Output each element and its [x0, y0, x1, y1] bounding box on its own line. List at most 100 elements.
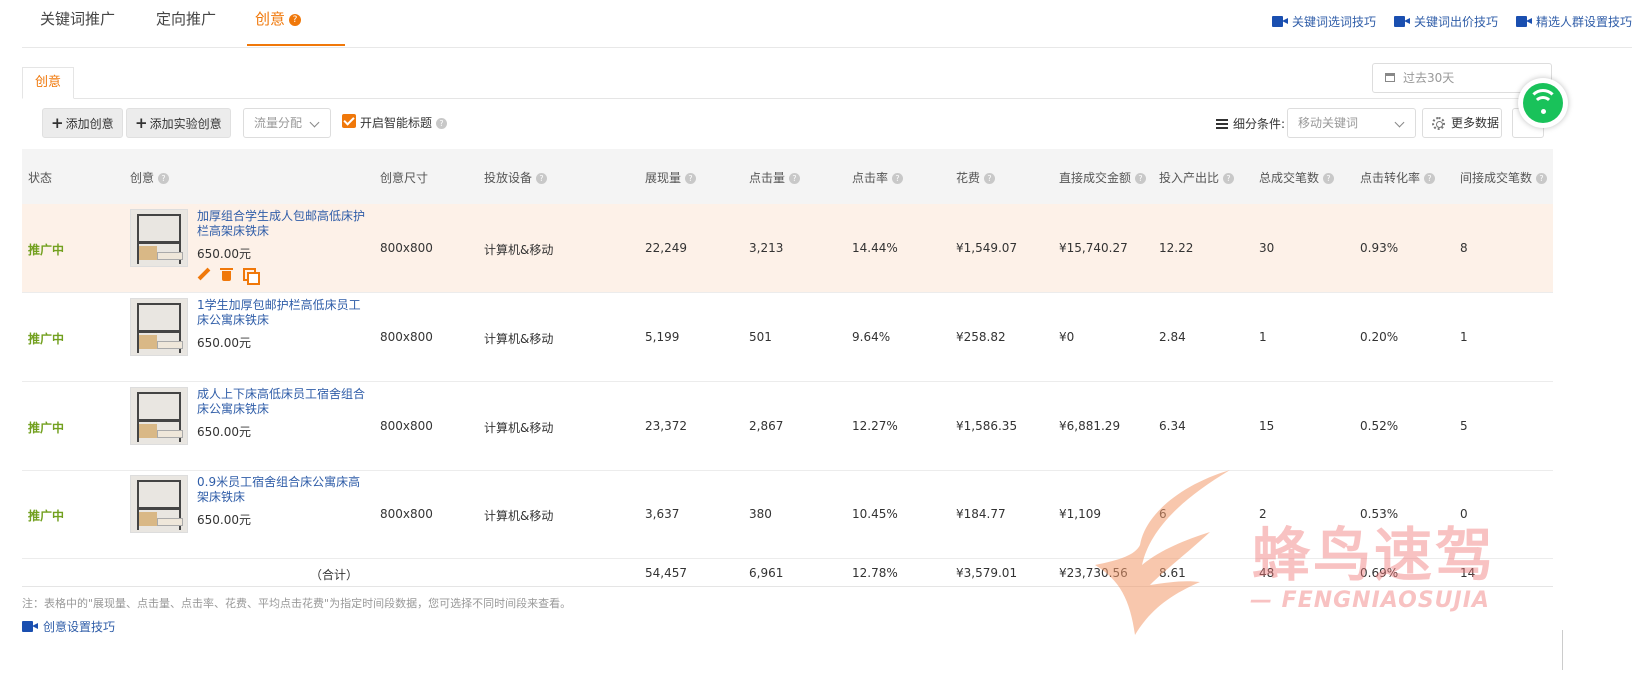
filter-label-text: 细分条件:	[1233, 117, 1286, 131]
device: 计算机&移动	[484, 421, 554, 435]
scrollbar-edge[interactable]	[1562, 630, 1568, 670]
wifi-icon[interactable]	[1518, 78, 1568, 128]
help-icon[interactable]: ?	[1223, 173, 1235, 184]
link-label: 精选人群设置技巧	[1535, 15, 1632, 29]
cost: ¥1,549.07	[956, 241, 1018, 255]
add-experiment-label: 添加实验创意	[149, 117, 222, 131]
add-creative-button[interactable]: + 添加创意	[42, 108, 123, 138]
subtab-creative[interactable]: 创意	[22, 67, 74, 99]
direct-gmv: ¥15,740.27	[1059, 241, 1128, 255]
product-title-link[interactable]: 0.9米员工宿舍组合床公寓床高架床铁床	[197, 475, 369, 505]
total-cost: ¥3,579.01	[956, 566, 1018, 580]
col-creative: 创意?	[130, 169, 170, 186]
tab-creative[interactable]: 创意?	[255, 8, 302, 29]
col-impressions[interactable]: 展现量?	[645, 169, 697, 186]
product-title-link[interactable]: 成人上下床高低床员工宿舍组合床公寓床铁床	[197, 387, 369, 417]
impressions: 3,637	[645, 507, 680, 521]
cvr: 0.20%	[1360, 330, 1399, 344]
smart-title-checkbox[interactable]	[342, 114, 356, 128]
table-row[interactable]: 推广中 0.9米员工宿舍组合床公寓床高架床铁床 650.00元 800x800 …	[22, 470, 1553, 559]
indirect-orders: 1	[1460, 330, 1468, 344]
product-title-link[interactable]: 加厚组合学生成人包邮高低床护栏高架床铁床	[197, 209, 369, 239]
col-roi[interactable]: 投入产出比?	[1159, 169, 1235, 186]
video-icon	[1393, 16, 1410, 27]
delete-icon[interactable]	[220, 268, 233, 281]
creative-settings-tips-link[interactable]: 创意设置技巧	[22, 618, 115, 635]
col-impressions-label: 展现量	[645, 171, 682, 185]
roi: 6	[1159, 507, 1167, 521]
ctr: 14.44%	[852, 241, 898, 255]
cost: ¥1,586.35	[956, 419, 1018, 433]
clicks: 2,867	[749, 419, 784, 433]
ctr: 9.64%	[852, 330, 891, 344]
table-row[interactable]: 推广中 1学生加厚包邮护栏高低床员工床公寓床铁床 650.00元 800x800…	[22, 293, 1553, 382]
help-icon[interactable]: ?	[685, 173, 697, 184]
plus-icon: +	[135, 114, 148, 132]
device: 计算机&移动	[484, 509, 554, 523]
smart-title-label: 开启智能标题?	[360, 114, 448, 131]
product-thumbnail[interactable]	[130, 209, 188, 267]
col-total-orders[interactable]: 总成交笔数?	[1259, 169, 1335, 186]
help-icon[interactable]: ?	[1323, 173, 1335, 184]
table-total-row: （合计） 54,457 6,961 12.78% ¥3,579.01 ¥23,7…	[22, 559, 1553, 587]
row-actions	[197, 268, 260, 285]
video-icon	[1271, 16, 1288, 27]
col-creative-label: 创意	[130, 171, 155, 185]
cvr: 0.93%	[1360, 241, 1399, 255]
audience-setting-tips-link[interactable]: 精选人群设置技巧	[1515, 13, 1632, 30]
table-row[interactable]: 推广中 加厚组合学生成人包邮高低床护栏高架床铁床 650.00元 800x800…	[22, 204, 1553, 293]
add-creative-label: 添加创意	[65, 117, 114, 131]
tab-targeted-promotion[interactable]: 定向推广	[156, 8, 216, 29]
col-ctr[interactable]: 点击率?	[852, 169, 904, 186]
product-price: 650.00元	[197, 513, 251, 527]
help-icon[interactable]: ?	[1424, 173, 1436, 184]
video-icon	[1515, 16, 1532, 27]
chevron-down-icon	[309, 117, 320, 128]
bed-frame	[137, 214, 181, 244]
col-direct-gmv[interactable]: 直接成交金额?	[1059, 169, 1147, 186]
help-icon[interactable]: ?	[158, 173, 170, 184]
add-experiment-creative-button[interactable]: + 添加实验创意	[126, 108, 231, 138]
col-clicks[interactable]: 点击量?	[749, 169, 801, 186]
product-title-link[interactable]: 1学生加厚包邮护栏高低床员工床公寓床铁床	[197, 298, 369, 328]
status-badge: 推广中	[28, 421, 65, 435]
mattress	[157, 252, 183, 260]
status-badge: 推广中	[28, 243, 65, 257]
tab-keyword-promotion[interactable]: 关键词推广	[40, 8, 115, 29]
table-row[interactable]: 推广中 成人上下床高低床员工宿舍组合床公寓床铁床 650.00元 800x800…	[22, 382, 1553, 471]
product-thumbnail[interactable]	[130, 475, 188, 533]
keyword-bid-tips-link[interactable]: 关键词出价技巧	[1393, 13, 1498, 30]
col-cvr[interactable]: 点击转化率?	[1360, 169, 1436, 186]
product-thumbnail[interactable]	[130, 298, 188, 356]
plus-icon: +	[51, 114, 64, 132]
gear-icon	[1432, 117, 1445, 130]
desk	[139, 335, 157, 349]
creative-size: 800x800	[380, 419, 433, 433]
filter-condition-value: 移动关键词	[1298, 116, 1359, 130]
edit-icon[interactable]	[197, 268, 210, 281]
filter-condition-select[interactable]: 移动关键词	[1287, 108, 1416, 138]
col-cost[interactable]: 花费?	[956, 169, 996, 186]
traffic-allocation-select[interactable]: 流量分配	[243, 108, 331, 138]
link-label: 关键词出价技巧	[1413, 15, 1498, 29]
help-icon[interactable]: ?	[892, 173, 904, 184]
roi: 2.84	[1159, 330, 1186, 344]
help-icon[interactable]: ?	[1536, 173, 1548, 184]
divider	[22, 98, 1552, 99]
help-icon[interactable]: ?	[536, 173, 548, 184]
chevron-down-icon	[1394, 117, 1405, 128]
help-icon[interactable]: ?	[436, 118, 448, 129]
help-icon[interactable]: ?	[289, 14, 302, 26]
more-data-button[interactable]: 更多数据	[1422, 108, 1502, 138]
product-thumbnail[interactable]	[130, 387, 188, 445]
keyword-selection-tips-link[interactable]: 关键词选词技巧	[1271, 13, 1376, 30]
link-label: 创意设置技巧	[43, 620, 116, 634]
help-icon[interactable]: ?	[984, 173, 996, 184]
video-icon	[22, 621, 38, 632]
col-indirect-orders[interactable]: 间接成交笔数?	[1460, 169, 1548, 186]
product-price: 650.00元	[197, 425, 251, 439]
wifi-icon-bg	[1523, 83, 1563, 123]
help-icon[interactable]: ?	[789, 173, 801, 184]
help-icon[interactable]: ?	[1135, 173, 1147, 184]
copy-icon[interactable]	[243, 268, 260, 285]
